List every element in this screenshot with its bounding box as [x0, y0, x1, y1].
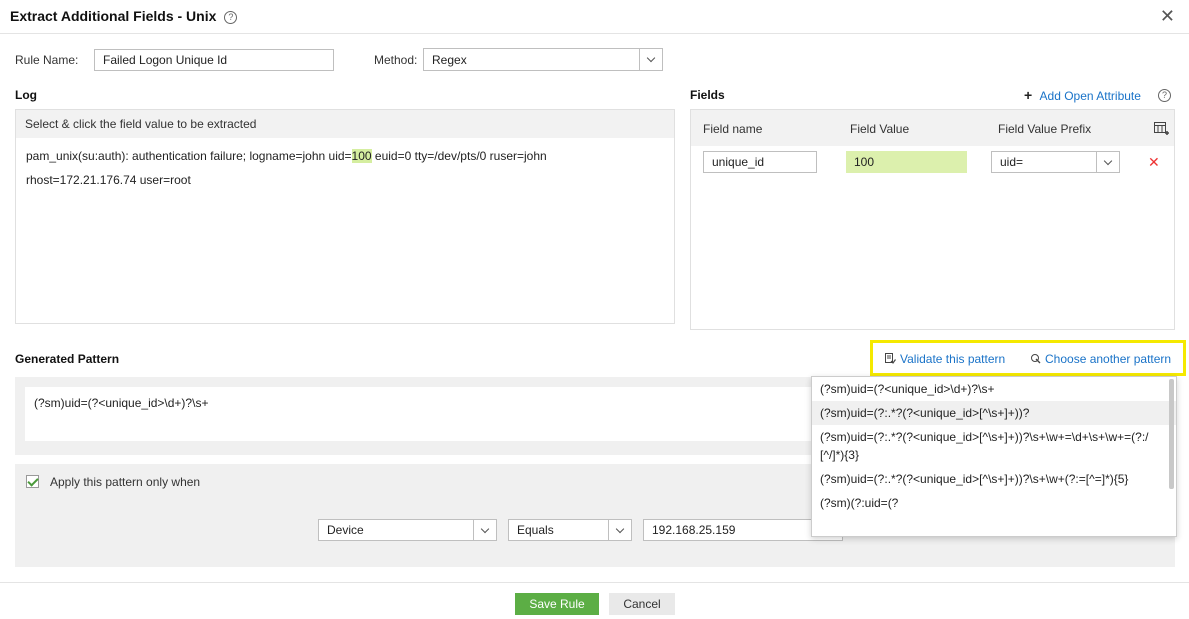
save-rule-button[interactable]: Save Rule — [515, 593, 599, 615]
pattern-option[interactable]: (?sm)(?:uid=(? — [812, 491, 1176, 515]
chevron-down-icon — [608, 520, 631, 540]
log-line-1: pam_unix(su:auth): authentication failur… — [26, 144, 664, 168]
fields-table: Field name Field Value Field Value Prefi… — [690, 109, 1175, 330]
log-selected-value[interactable]: 100 — [351, 149, 372, 163]
log-text[interactable]: pam_unix(su:auth): authentication failur… — [16, 138, 674, 198]
method-select[interactable]: Regex — [423, 48, 663, 71]
log-instruction: Select & click the field value to be ext… — [16, 110, 674, 138]
fields-help-icon[interactable]: ? — [1158, 88, 1171, 103]
condition-field-select[interactable]: Device — [318, 519, 497, 541]
choose-pattern-label: Choose another pattern — [1045, 352, 1172, 366]
pattern-option[interactable]: (?sm)uid=(?:.*?(?<unique_id>[^\s+]+))?\s… — [812, 467, 1176, 491]
log-line-1-start: pam_unix(su:auth): authentication failur… — [26, 149, 352, 163]
condition-value-text: 192.168.25.159 — [652, 523, 736, 537]
choose-pattern-button[interactable]: Choose another pattern — [1030, 352, 1171, 367]
chevron-down-icon — [639, 49, 662, 70]
rule-name-input[interactable] — [94, 49, 334, 71]
log-line-2: rhost=172.21.176.74 user=root — [26, 173, 191, 187]
fields-heading: Fields — [690, 88, 725, 102]
pattern-option[interactable]: (?sm)uid=(?:.*?(?<unique_id>[^\s+]+))? — [812, 401, 1176, 425]
condition-operator-select[interactable]: Equals — [508, 519, 632, 541]
pattern-text: (?sm)uid=(?<unique_id>\d+)?\s+ — [34, 396, 209, 410]
method-value: Regex — [432, 53, 467, 67]
chevron-down-icon — [473, 520, 496, 540]
dialog-title-text: Extract Additional Fields - Unix — [10, 8, 217, 24]
fields-help-glyph: ? — [1158, 89, 1171, 103]
validate-pattern-button[interactable]: Validate this pattern — [885, 352, 1005, 367]
pattern-option[interactable]: (?sm)uid=(?<unique_id>\d+)?\s+ — [812, 377, 1176, 401]
dropdown-scrollbar[interactable] — [1169, 379, 1174, 489]
cancel-button[interactable]: Cancel — [609, 593, 675, 615]
fields-table-header — [691, 110, 1174, 146]
chevron-down-icon — [1096, 152, 1119, 172]
field-prefix-value: uid= — [1000, 155, 1024, 169]
delete-field-icon[interactable]: ✕ — [1148, 154, 1160, 171]
apply-condition-checkbox[interactable] — [26, 475, 39, 488]
log-panel: Select & click the field value to be ext… — [15, 109, 675, 324]
condition-field-value: Device — [327, 523, 364, 537]
col-field-name: Field name — [703, 122, 763, 136]
field-value-box: 100 — [846, 151, 967, 173]
pattern-options-dropdown[interactable]: (?sm)uid=(?<unique_id>\d+)?\s+ (?sm)uid=… — [811, 376, 1177, 537]
footer-divider — [0, 582, 1189, 583]
column-settings-icon[interactable] — [1154, 122, 1170, 138]
col-field-value: Field Value — [850, 122, 910, 136]
help-icon[interactable]: ? — [224, 10, 238, 24]
pattern-textarea[interactable]: (?sm)uid=(?<unique_id>\d+)?\s+ — [25, 387, 825, 441]
field-name-input[interactable] — [703, 151, 817, 173]
pointer-icon — [1030, 353, 1041, 367]
pattern-option[interactable]: (?sm)uid=(?:.*?(?<unique_id>[^\s+]+))?\s… — [812, 425, 1176, 467]
apply-condition-label: Apply this pattern only when — [50, 475, 201, 489]
condition-operator-value: Equals — [517, 523, 554, 537]
log-heading: Log — [15, 88, 37, 102]
validate-pattern-label: Validate this pattern — [900, 352, 1006, 366]
add-open-attribute-button[interactable]: + Add Open Attribute — [1024, 87, 1141, 103]
validate-icon — [885, 352, 896, 367]
generated-pattern-heading: Generated Pattern — [15, 352, 120, 366]
header-divider — [0, 33, 1189, 34]
log-line-1-end: euid=0 tty=/dev/pts/0 ruser=john — [371, 149, 547, 163]
dialog-title: Extract Additional Fields - Unix? — [10, 8, 238, 24]
field-prefix-select[interactable]: uid= — [991, 151, 1120, 173]
add-open-attribute-label: Add Open Attribute — [1039, 89, 1141, 103]
plus-icon: + — [1024, 87, 1033, 103]
col-field-value-prefix: Field Value Prefix — [998, 122, 1092, 136]
close-icon[interactable]: ✕ — [1160, 6, 1175, 27]
rule-name-label: Rule Name: — [15, 53, 79, 67]
method-label: Method: — [374, 53, 418, 67]
